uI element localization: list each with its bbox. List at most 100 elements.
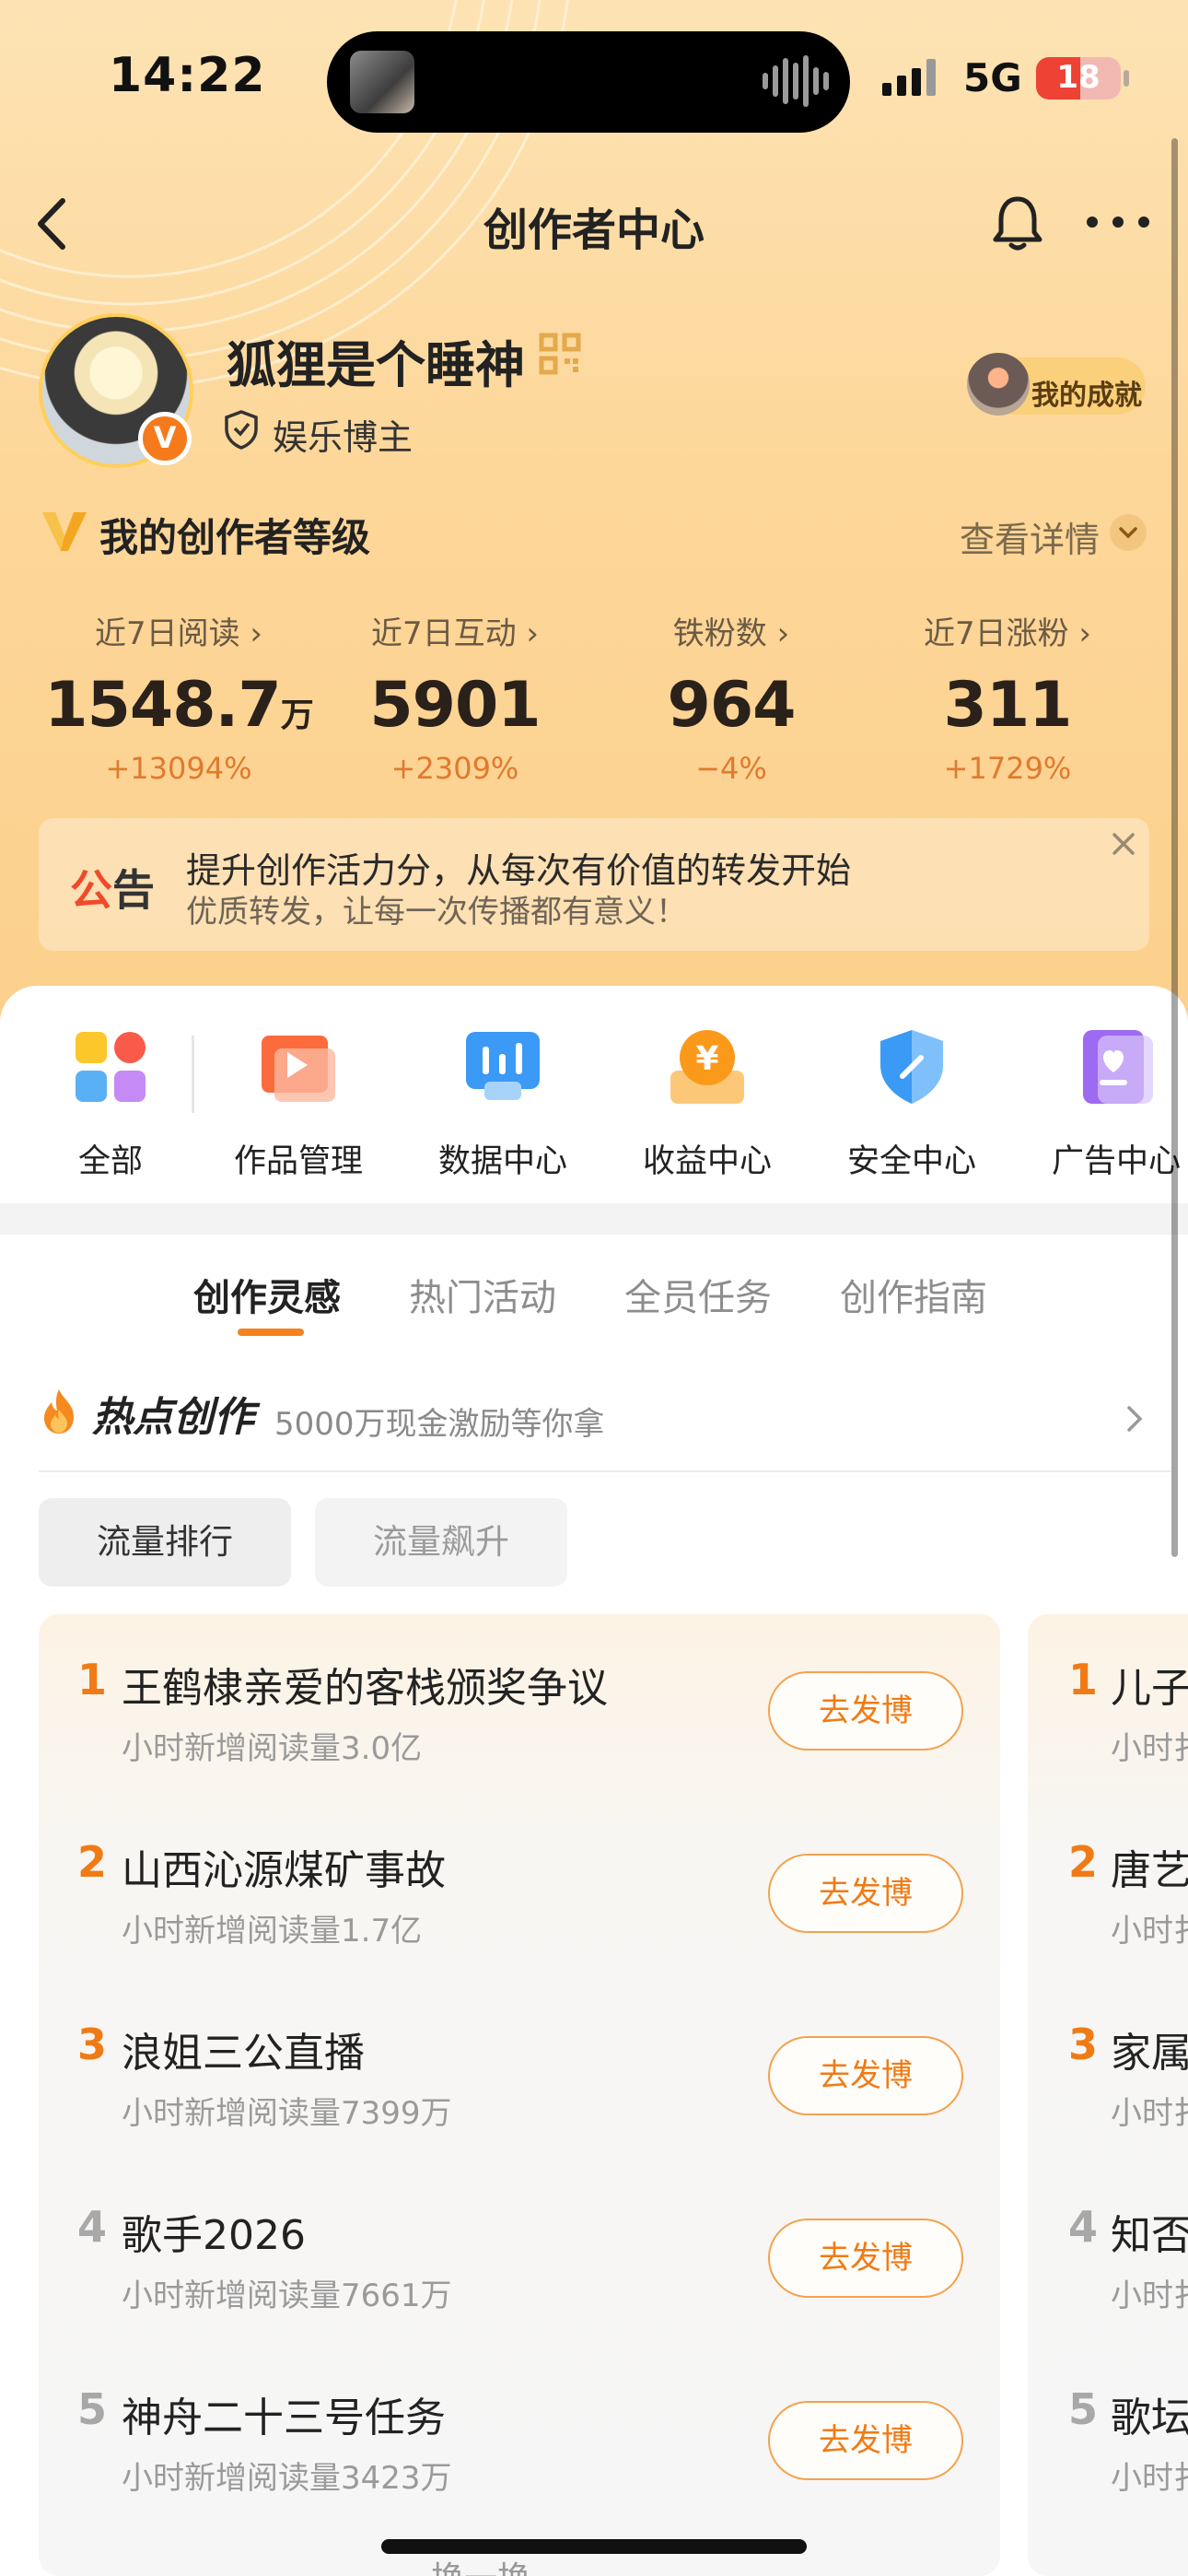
- now-playing-thumbnail: [350, 51, 414, 113]
- topic-stat: 小时扌: [1111, 2460, 1188, 2497]
- audio-wave-icon: [763, 53, 829, 109]
- topic-stat: 小时新增阅读量1.7亿: [122, 1913, 423, 1950]
- qr-code-icon[interactable]: [538, 332, 582, 376]
- scrollbar[interactable]: [1171, 138, 1178, 1557]
- tool-data[interactable]: 数据中心: [411, 1026, 595, 1182]
- topic-title[interactable]: 唐艺: [1111, 1837, 1188, 1896]
- role-label: 娱乐博主: [273, 417, 413, 458]
- close-icon[interactable]: [1105, 825, 1142, 862]
- topic-title[interactable]: 浪姐三公直播: [122, 2020, 365, 2078]
- tab-inspiration[interactable]: 创作灵感: [193, 1268, 341, 1321]
- post-button[interactable]: 去发博: [768, 1854, 963, 1933]
- stat-interactions[interactable]: 近7日互动 › 5901 +2309%: [317, 608, 593, 786]
- notifications-button[interactable]: [985, 190, 1050, 254]
- notice-headline: 提升创作活力分，从每次有价值的转发开始: [186, 850, 852, 891]
- battery-icon: 18: [1036, 57, 1121, 100]
- topic-title[interactable]: 神舟二十三号任务: [122, 2384, 446, 2443]
- username[interactable]: 狐狸是个睡神: [227, 324, 525, 397]
- achievement-icon: [967, 353, 1030, 416]
- chevron-right-icon[interactable]: [1122, 1400, 1147, 1437]
- ad-heart-icon: [1076, 1026, 1157, 1107]
- rank-number: 3: [77, 2020, 108, 2069]
- post-button[interactable]: 去发博: [768, 2401, 963, 2480]
- verified-badge: V: [138, 412, 192, 465]
- hot-section-title: 热点创作: [92, 1394, 254, 1441]
- shield-icon: [223, 409, 260, 450]
- notice-tag: 公告: [70, 865, 155, 915]
- stat-change: +13094%: [105, 751, 252, 786]
- tab-hot-events[interactable]: 热门活动: [409, 1268, 556, 1321]
- stat-value: 311: [943, 669, 1073, 742]
- more-button[interactable]: [1081, 206, 1155, 238]
- topic-stat: 小时扌: [1111, 1730, 1188, 1767]
- tool-label: 安全中心: [846, 1143, 976, 1180]
- stat-reads[interactable]: 近7日阅读 › 1548.7万 +13094%: [41, 608, 317, 786]
- topic-title[interactable]: 山西沁源煤矿事故: [122, 1837, 446, 1896]
- stat-fans[interactable]: 铁粉数 › 964 −4%: [593, 608, 869, 786]
- stat-change: +1729%: [943, 751, 1072, 786]
- divider: [39, 1470, 1171, 1472]
- topic-title[interactable]: 歌坛: [1111, 2384, 1188, 2443]
- filter-traffic-rank[interactable]: 流量排行: [39, 1498, 291, 1587]
- topic-stat: 小时新增阅读量3.0亿: [122, 1730, 423, 1767]
- tab-guide[interactable]: 创作指南: [840, 1268, 987, 1321]
- tab-all-tasks[interactable]: 全员任务: [624, 1268, 772, 1321]
- stat-change: +2309%: [390, 751, 519, 786]
- tool-label: 作品管理: [233, 1143, 363, 1180]
- achievement-label: 我的成就: [1031, 380, 1142, 412]
- tool-security[interactable]: 安全中心: [820, 1026, 1004, 1182]
- topic-title[interactable]: 家属: [1111, 2020, 1188, 2078]
- stat-new-followers[interactable]: 近7日涨粉 › 311 +1729%: [869, 608, 1146, 786]
- grid-dots-icon: [70, 1026, 151, 1107]
- rank-number: 3: [1068, 2020, 1099, 2069]
- home-indicator[interactable]: [381, 2539, 807, 2554]
- stat-label: 近7日涨粉 ›: [923, 615, 1092, 652]
- bell-icon: [993, 196, 1042, 251]
- topic-stat: 小时扌: [1111, 1913, 1188, 1950]
- bar-chart-icon: [462, 1026, 543, 1107]
- stat-change: −4%: [695, 751, 767, 786]
- section-divider: [0, 1203, 1188, 1235]
- stat-value: 1548.7万: [44, 669, 313, 742]
- rank-number: 5: [1068, 2384, 1099, 2434]
- stat-value: 5901: [369, 669, 541, 742]
- flame-icon: [39, 1388, 79, 1435]
- post-button[interactable]: 去发博: [768, 2219, 963, 2298]
- rank-number: 1: [77, 1655, 108, 1704]
- yen-coin-icon: ¥: [667, 1026, 748, 1107]
- active-tab-indicator: [238, 1329, 304, 1336]
- topic-stat: 小时新增阅读量7399万: [122, 2095, 452, 2132]
- refresh-button[interactable]: 换一换: [431, 2552, 530, 2576]
- topic-title[interactable]: 知否: [1111, 2202, 1188, 2261]
- back-button[interactable]: [28, 192, 83, 256]
- tool-works[interactable]: 作品管理: [206, 1026, 390, 1182]
- tool-label: 收益中心: [642, 1143, 772, 1180]
- stat-label: 近7日互动 ›: [370, 615, 540, 652]
- status-bar: 14:22 5G 18: [0, 0, 1188, 157]
- battery-tip: [1124, 70, 1129, 87]
- status-time: 14:22: [109, 48, 266, 103]
- topic-title[interactable]: 儿子: [1111, 1655, 1188, 1714]
- chevron-left-icon: [38, 198, 65, 250]
- divider: [192, 1036, 194, 1113]
- video-play-icon: [258, 1026, 339, 1107]
- network-label: 5G: [963, 55, 1022, 100]
- stat-label: 近7日阅读 ›: [94, 615, 263, 652]
- filter-traffic-rising[interactable]: 流量飙升: [315, 1498, 567, 1587]
- level-title: 我的创作者等级: [99, 515, 371, 560]
- rank-number: 4: [1068, 2202, 1099, 2252]
- chevron-down-icon[interactable]: [1110, 514, 1147, 551]
- tool-revenue[interactable]: ¥ 收益中心: [615, 1026, 799, 1182]
- post-button[interactable]: 去发博: [768, 2036, 963, 2115]
- topic-stat: 小时扌: [1111, 2277, 1188, 2314]
- post-button[interactable]: 去发博: [768, 1671, 963, 1751]
- tool-ads[interactable]: 广告中心: [1024, 1026, 1188, 1182]
- rank-number: 5: [77, 2384, 108, 2434]
- topic-stat: 小时新增阅读量7661万: [122, 2277, 452, 2314]
- tool-label: 数据中心: [437, 1143, 567, 1180]
- topic-title[interactable]: 王鹤棣亲爱的客栈颁奖争议: [122, 1655, 608, 1714]
- topic-title[interactable]: 歌手2026: [122, 2202, 306, 2261]
- tool-all[interactable]: 全部: [18, 1026, 203, 1182]
- signal-icon: [882, 59, 936, 96]
- level-detail-link[interactable]: 查看详情: [960, 511, 1100, 562]
